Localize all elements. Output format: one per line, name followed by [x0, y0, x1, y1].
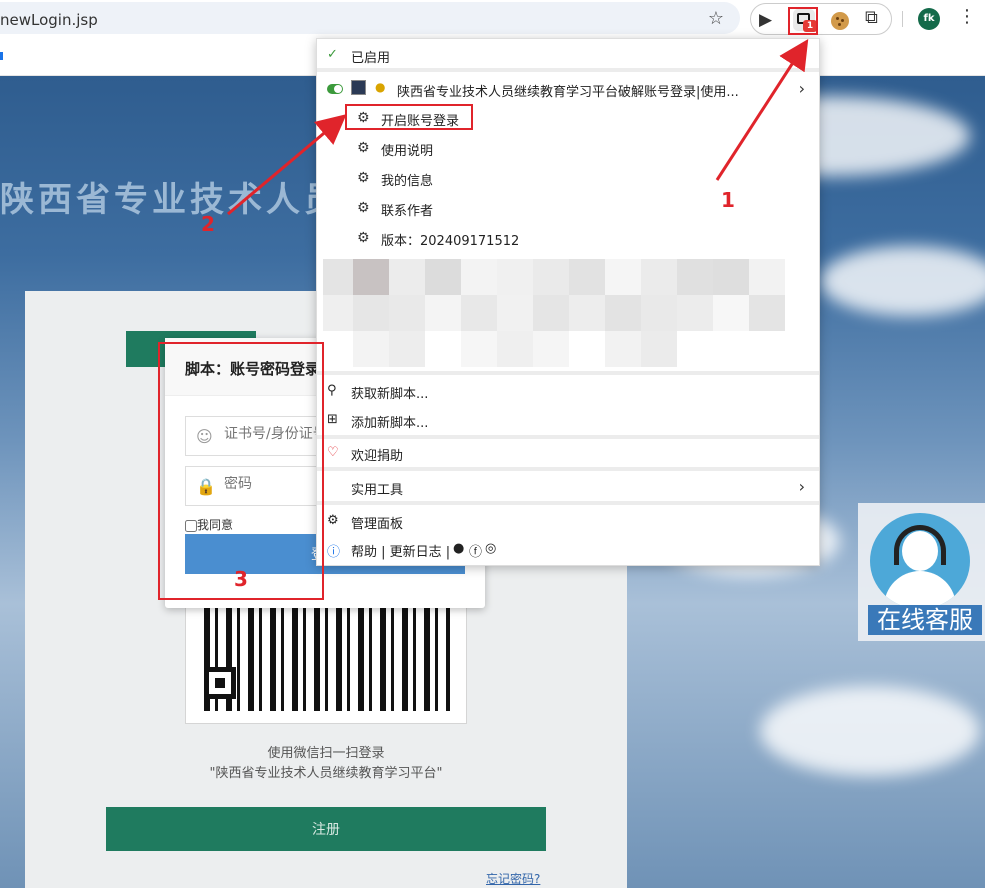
- arrow-1: [715, 38, 809, 181]
- arrow-2: [227, 114, 347, 216]
- annotation-number-1: 1: [721, 188, 735, 212]
- annotation-arrows: [227, 38, 809, 216]
- annotation-number-3: 3: [234, 567, 248, 591]
- annotation-number-2: 2: [201, 212, 215, 236]
